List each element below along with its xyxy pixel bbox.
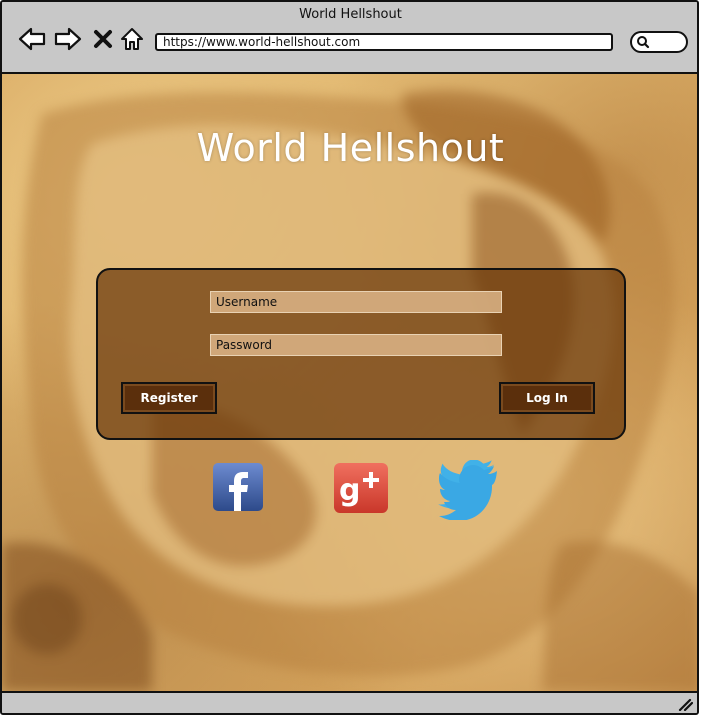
window-title: World Hellshout [299,7,402,22]
back-button[interactable] [17,24,47,54]
forward-arrow-icon [54,27,82,51]
back-arrow-icon [18,27,46,51]
resize-grip-icon[interactable] [677,697,693,711]
twitter-icon [438,459,497,521]
home-icon [121,28,143,50]
login-panel: Register Log In [96,268,626,440]
url-bar[interactable]: https://www.world-hellshout.com [155,33,613,51]
password-input[interactable] [210,334,502,356]
browser-window: World Hellshout https://www.world-hellsh… [0,0,699,715]
svg-text:g: g [339,473,360,508]
search-icon [637,36,650,49]
search-field[interactable] [630,31,688,53]
browser-status-bar [2,691,697,713]
username-input[interactable] [210,291,502,313]
browser-titlebar: World Hellshout https://www.world-hellsh… [2,2,697,74]
facebook-icon [213,463,263,511]
register-button[interactable]: Register [121,382,217,414]
twitter-login-button[interactable] [437,459,499,524]
page-content: World Hellshout Register Log In [2,74,697,691]
forward-button[interactable] [53,24,83,54]
home-button[interactable] [117,24,147,54]
login-button[interactable]: Log In [499,382,595,414]
google-plus-icon: g [334,463,388,513]
stop-button[interactable] [88,24,118,54]
google-plus-login-button[interactable]: g [333,462,389,518]
page-title: World Hellshout [196,126,505,170]
facebook-login-button[interactable] [212,462,264,516]
close-x-icon [94,30,112,48]
